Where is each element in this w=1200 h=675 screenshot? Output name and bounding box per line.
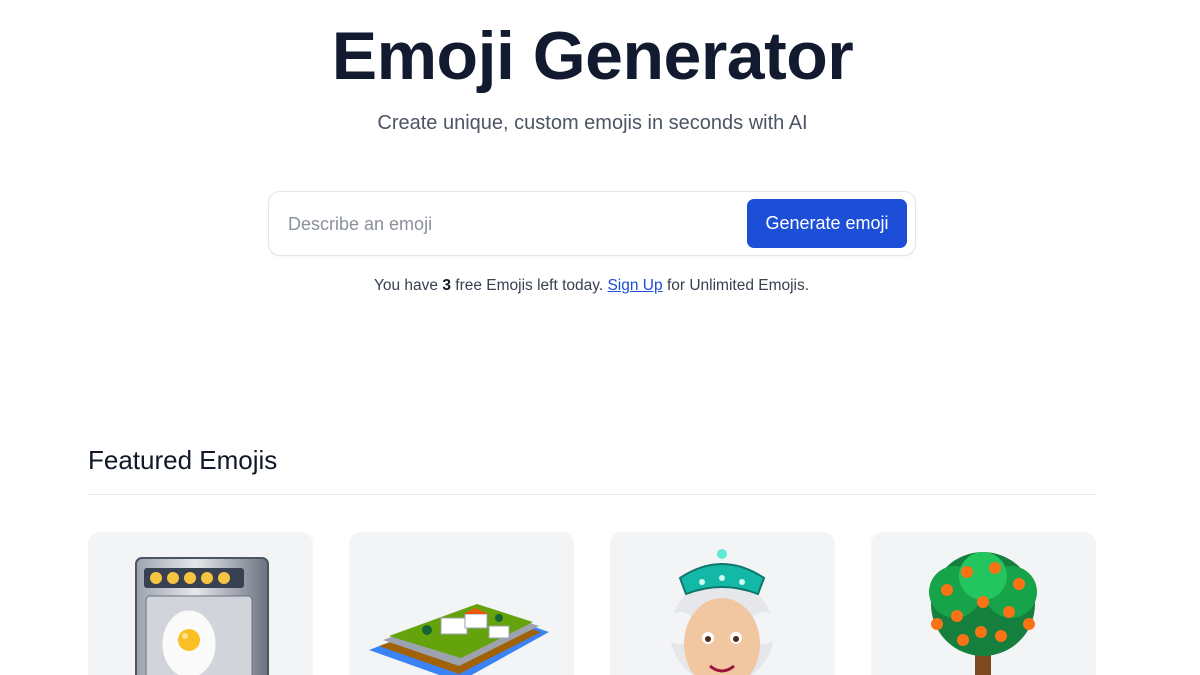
- featured-emoji-card[interactable]: [871, 532, 1096, 675]
- page: Emoji Generator Create unique, custom em…: [0, 0, 1200, 675]
- section-divider: [88, 494, 1096, 495]
- emoji-prompt-form: Generate emoji: [268, 191, 916, 256]
- orange-tree-emoji: [929, 552, 1037, 675]
- island-villa-emoji: [369, 604, 549, 675]
- page-title: Emoji Generator: [331, 18, 854, 94]
- generate-emoji-button[interactable]: Generate emoji: [747, 199, 907, 248]
- quota-count: 3: [442, 277, 451, 294]
- quota-suffix: for Unlimited Emojis.: [666, 277, 810, 294]
- free-quota-notice: You have 3 free Emojis left today. Sign …: [0, 276, 1183, 296]
- sign-up-link[interactable]: Sign Up: [607, 277, 662, 294]
- emoji-prompt-input[interactable]: [286, 200, 740, 248]
- page-subtitle: Create unique, custom emojis in seconds …: [377, 112, 808, 134]
- featured-emoji-card[interactable]: [610, 532, 835, 675]
- queen-with-tiara-emoji: [664, 549, 780, 675]
- quota-middle: free Emojis left today.: [455, 277, 604, 294]
- featured-emoji-card[interactable]: [349, 532, 574, 675]
- featured-emoji-card[interactable]: [88, 532, 313, 675]
- egg-vending-machine-emoji: [135, 557, 269, 675]
- quota-prefix: You have: [373, 277, 439, 294]
- featured-emojis-heading: Featured Emojis: [88, 445, 278, 475]
